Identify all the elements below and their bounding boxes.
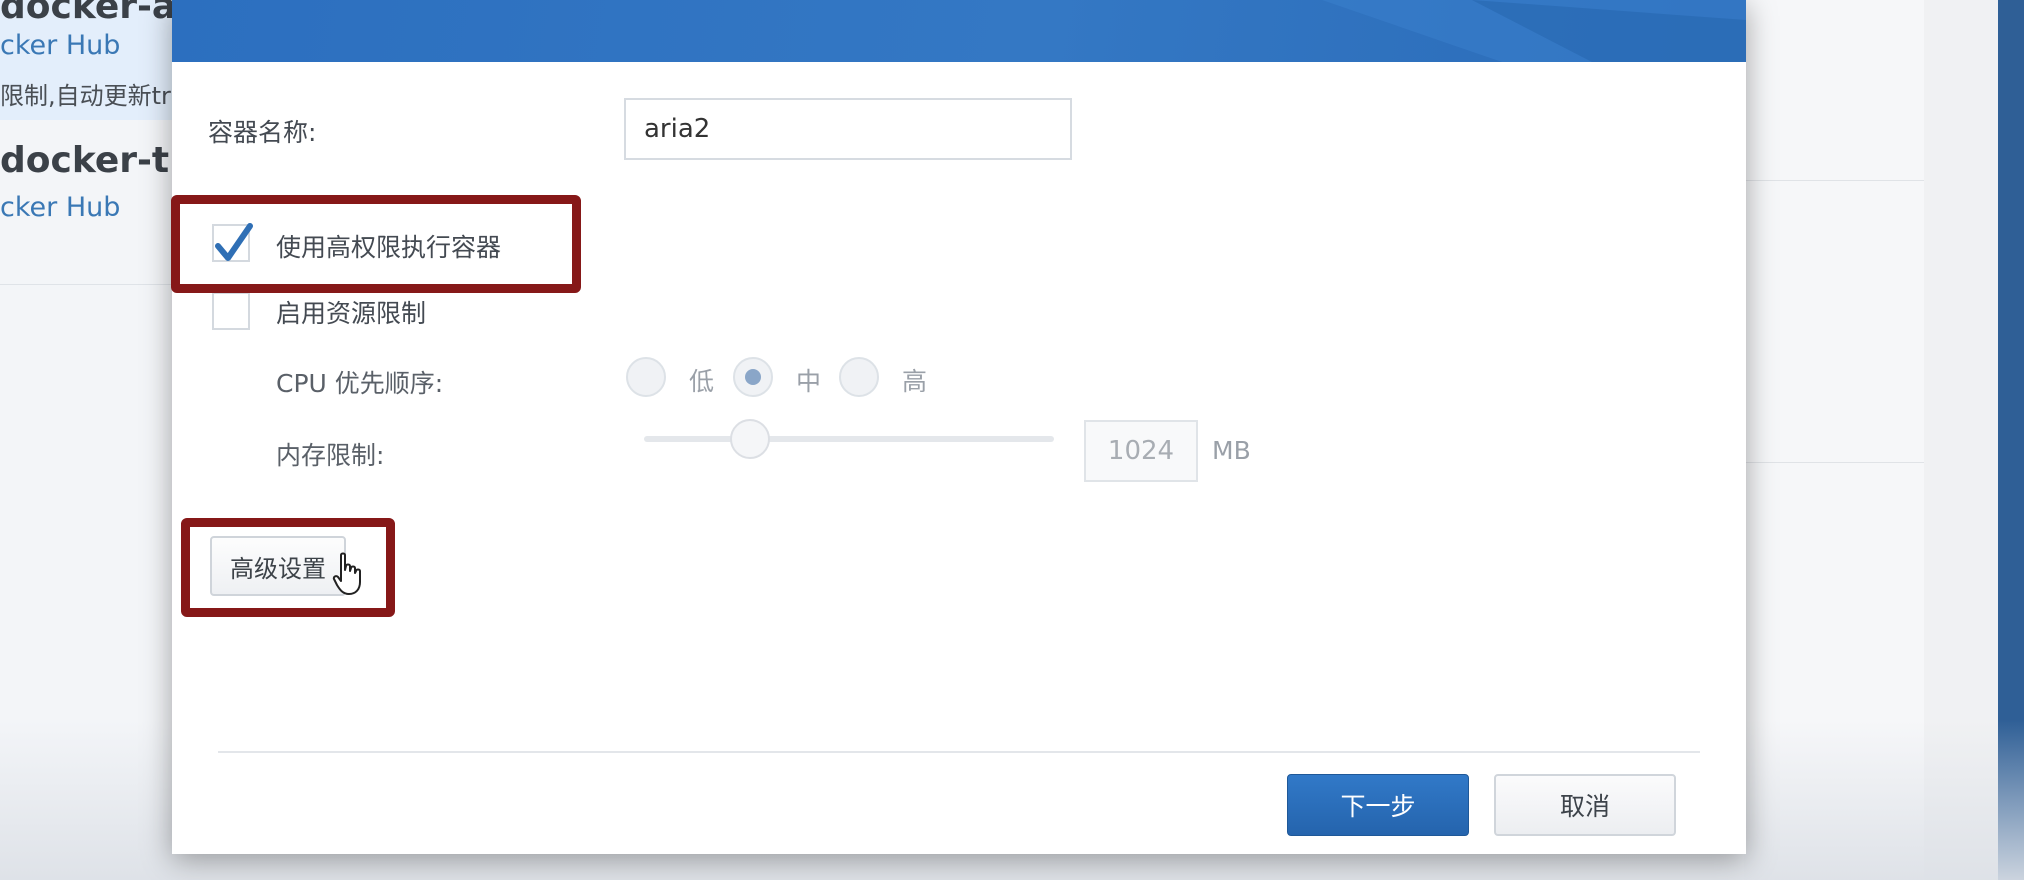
background-item-source: cker Hub [0, 192, 121, 223]
next-button[interactable]: 下一步 [1287, 774, 1469, 836]
container-name-label: 容器名称: [208, 118, 317, 147]
cpu-priority-low-radio[interactable] [626, 357, 666, 397]
background-divider [1744, 462, 1924, 463]
dialog-header [172, 0, 1746, 62]
cpu-priority-high-radio[interactable] [839, 357, 879, 397]
background-list-item[interactable]: docker-th cker Hub [0, 122, 195, 282]
background-item-title: docker-ar [0, 0, 194, 27]
memory-slider-handle[interactable] [730, 419, 770, 459]
memory-slider-track[interactable] [644, 436, 1054, 442]
background-divider [0, 284, 180, 285]
cpu-priority-high-label: 高 [902, 367, 928, 396]
footer-divider [218, 751, 1700, 753]
advanced-settings-highlight-box [181, 518, 395, 617]
privileged-highlight-box [171, 195, 581, 293]
cpu-priority-medium-label: 中 [796, 367, 822, 396]
header-decoration [1322, 0, 1746, 62]
cpu-priority-medium-radio[interactable] [733, 357, 773, 397]
resource-limit-checkbox-label: 启用资源限制 [276, 299, 427, 328]
memory-unit-label: MB [1212, 436, 1251, 465]
create-container-dialog: 容器名称: 使用高权限执行容器 启用资源限制 CPU 优先顺序: 低 中 高 内… [171, 0, 1746, 854]
memory-limit-label: 内存限制: [276, 441, 385, 470]
background-divider [1744, 180, 1924, 181]
memory-limit-input[interactable] [1084, 420, 1198, 482]
container-name-input[interactable] [624, 98, 1072, 160]
background-item-title: docker-th [0, 140, 195, 181]
cpu-priority-low-label: 低 [689, 367, 715, 396]
resource-limit-checkbox[interactable] [212, 292, 250, 330]
cpu-priority-label: CPU 优先顺序: [276, 369, 444, 398]
cancel-button[interactable]: 取消 [1494, 774, 1676, 836]
background-item-description: 限制,自动更新tra [0, 82, 186, 110]
background-list-item[interactable]: docker-ar cker Hub 限制,自动更新tra [0, 0, 194, 120]
background-item-source: cker Hub [0, 30, 121, 61]
